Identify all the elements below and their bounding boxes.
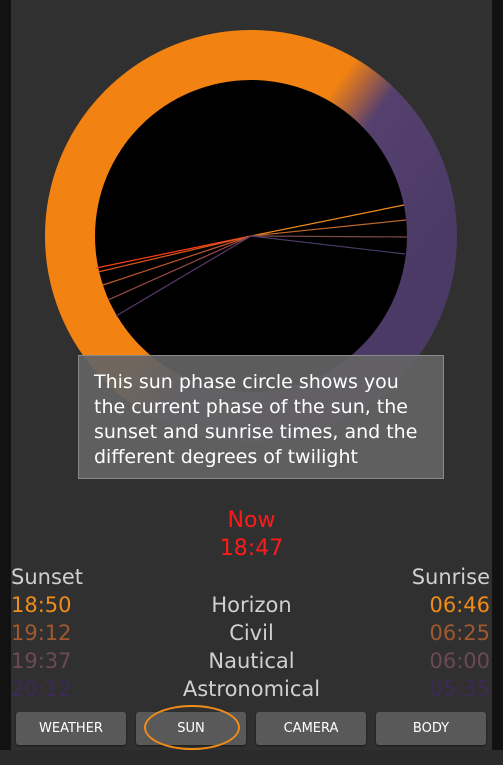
bottom-strip <box>0 750 503 765</box>
sunset-column-header: Sunset <box>11 565 84 589</box>
nav-camera-button[interactable]: CAMERA <box>256 712 366 745</box>
nav-body-button[interactable]: BODY <box>376 712 486 745</box>
now-time: 18:47 <box>219 536 284 561</box>
phase-row-civil: 19:12 Civil 06:25 <box>0 621 503 649</box>
phase-name: Astronomical <box>182 677 321 701</box>
phase-name: Nautical <box>208 649 295 673</box>
phase-row-horizon: 18:50 Horizon 06:46 <box>0 593 503 621</box>
nav-sun-button[interactable]: SUN <box>136 712 246 745</box>
phase-name: Civil <box>229 621 274 645</box>
now-label: Now <box>227 508 276 533</box>
sunrise-time: 06:25 <box>429 621 490 645</box>
phase-row-nautical: 19:37 Nautical 06:00 <box>0 649 503 677</box>
phase-row-astronomical: 20:12 Astronomical 05:35 <box>0 677 503 705</box>
sunrise-column-header: Sunrise <box>411 565 490 589</box>
sunrise-time: 06:46 <box>429 593 490 617</box>
nav-weather-button[interactable]: WEATHER <box>16 712 126 745</box>
sunrise-time: 05:35 <box>429 677 490 701</box>
sunrise-time: 06:00 <box>429 649 490 673</box>
sun-circle-tooltip[interactable]: This sun phase circle shows you the curr… <box>78 355 444 479</box>
phase-name: Horizon <box>211 593 292 617</box>
